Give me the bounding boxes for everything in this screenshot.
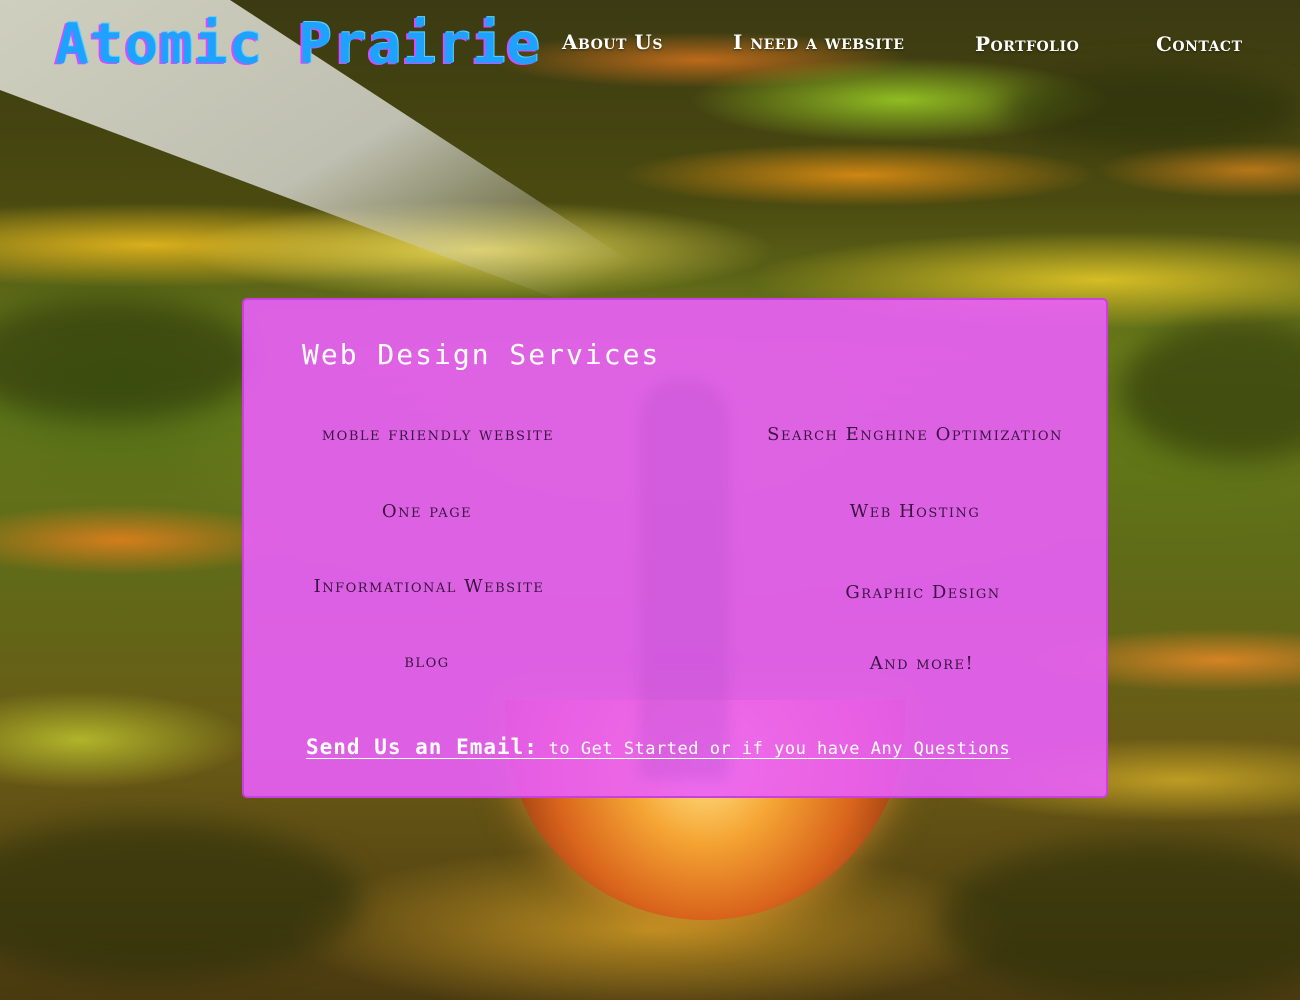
cloud-shape — [0, 820, 360, 980]
site-logo[interactable]: Atomic Prairie — [55, 10, 541, 80]
services-panel: Web Design Services moble friendly websi… — [242, 298, 1108, 798]
cloud-shape — [1000, 70, 1300, 150]
nav-contact[interactable]: Contact — [1156, 32, 1243, 56]
service-blog: blog — [404, 651, 450, 672]
cloud-shape — [940, 840, 1300, 1000]
service-seo: Search Enghine Optimization — [767, 424, 1063, 445]
farmer-figure-image — [639, 380, 729, 780]
email-cta-rest: to Get Started or if you have Any Questi… — [537, 739, 1011, 759]
nav-portfolio[interactable]: Portfolio — [975, 32, 1079, 56]
service-mobile-friendly: moble friendly website — [321, 424, 555, 445]
services-title: Web Design Services — [302, 338, 661, 371]
nav-about-us[interactable]: About Us — [562, 30, 663, 54]
service-one-page: One page — [381, 501, 473, 522]
nav-i-need-a-website[interactable]: I need a website — [733, 30, 904, 54]
service-informational-website: Informational Website — [313, 576, 545, 597]
cloud-shape — [1120, 320, 1300, 460]
service-web-hosting: Web Hosting — [849, 501, 981, 522]
email-cta-link[interactable]: Send Us an Email: to Get Started or if y… — [306, 735, 1010, 759]
cloud-shape — [0, 300, 260, 420]
service-and-more: And more! — [869, 653, 975, 674]
service-graphic-design: Graphic Design — [845, 582, 1001, 603]
email-cta-strong: Send Us an Email: — [306, 735, 538, 759]
